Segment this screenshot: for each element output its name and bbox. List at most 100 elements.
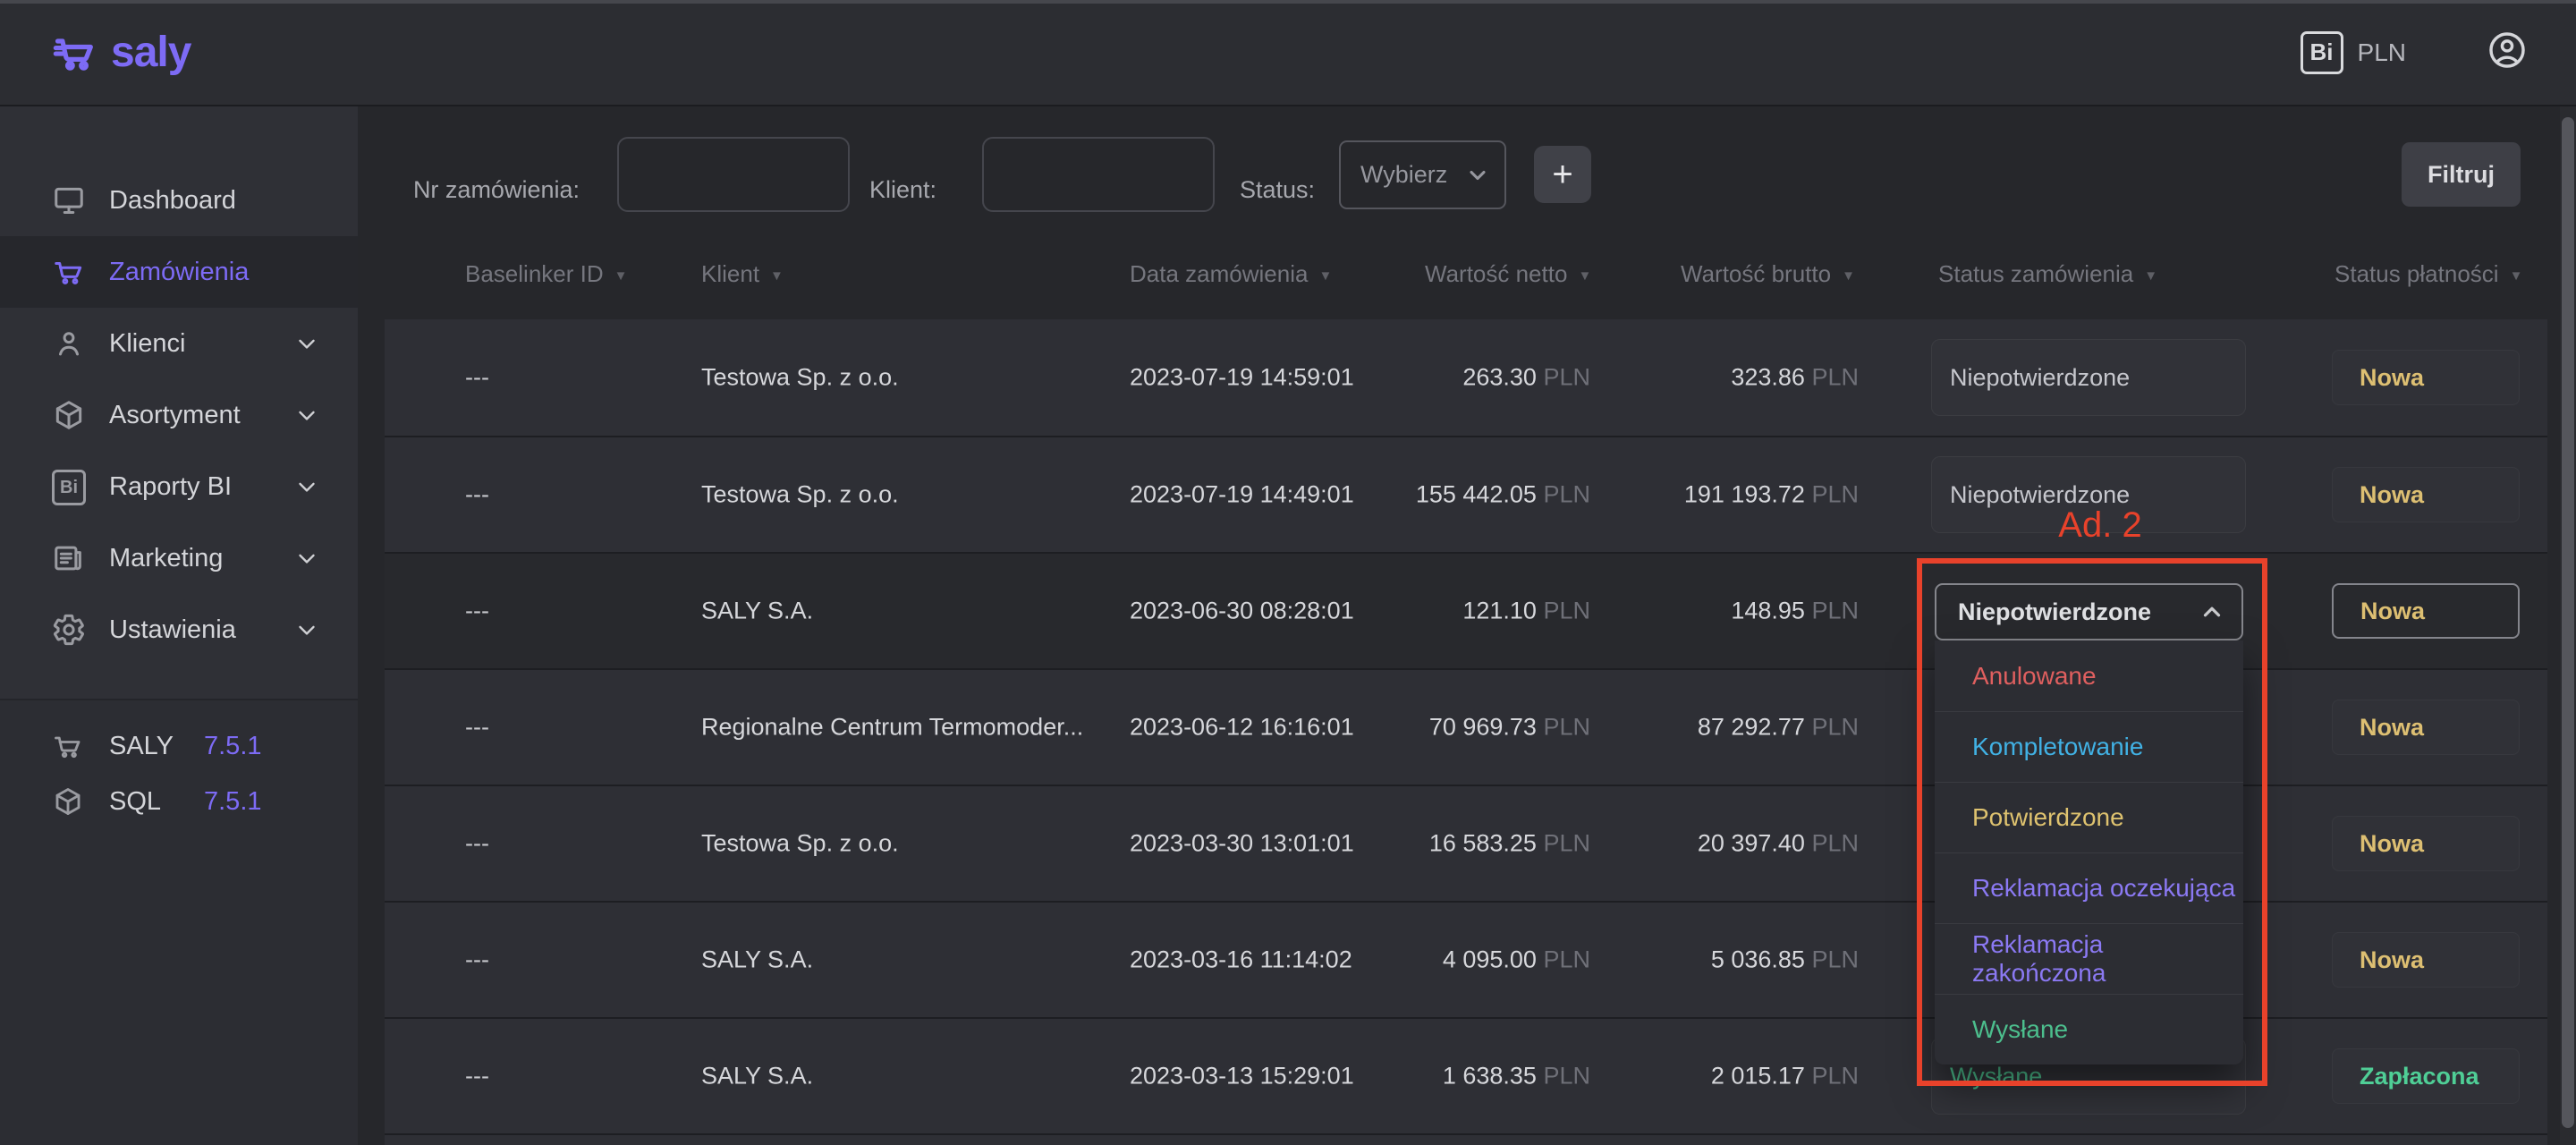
- filter-button[interactable]: Filtruj: [2402, 142, 2521, 207]
- dropdown-option-label: Kompletowanie: [1972, 733, 2143, 761]
- scrollbar-thumb[interactable]: [2562, 117, 2574, 1128]
- table-row[interactable]: ---Testowa Sp. z o.o.2023-07-19 14:59:01…: [385, 319, 2547, 436]
- annotation-text: Ad. 2: [2011, 505, 2190, 546]
- sidebar-item-klienci[interactable]: Klienci: [0, 308, 358, 379]
- cell-client: SALY S.A.: [701, 1063, 813, 1090]
- main-content: Nr zamówienia: Klient: Status: Wybierz +…: [358, 105, 2576, 1145]
- add-filter-button[interactable]: +: [1534, 146, 1591, 203]
- cell-baselinker-id: ---: [465, 364, 489, 392]
- vertical-scrollbar[interactable]: [2560, 106, 2576, 1145]
- dropdown-option-reklamacja-oczekuj-ca[interactable]: Reklamacja oczekująca: [1935, 852, 2243, 923]
- dropdown-option-wys-ane[interactable]: Wysłane: [1935, 994, 2243, 1064]
- cell-order-date: 2023-06-12 16:16:01: [1130, 714, 1354, 742]
- chevron-down-icon: [293, 616, 320, 643]
- table-row[interactable]: ---Testowa Sp. z o.o.2023-07-19 14:49:01…: [385, 436, 2547, 552]
- column-label: Wartość netto: [1425, 260, 1567, 287]
- sidebar-item-ustawienia[interactable]: Ustawienia: [0, 594, 358, 666]
- box-icon: [52, 398, 86, 432]
- chevron-down-icon: [293, 545, 320, 572]
- cell-gross-value: 191 193.72 PLN: [1592, 481, 1859, 509]
- cell-baselinker-id: ---: [465, 946, 489, 974]
- sort-arrow-icon[interactable]: ▼: [614, 268, 628, 284]
- app-logo[interactable]: saly: [52, 28, 191, 77]
- cell-net-value: 70 969.73 PLN: [1324, 714, 1590, 742]
- cell-order-date: 2023-07-19 14:49:01: [1130, 481, 1354, 509]
- client-label: Klient:: [820, 176, 936, 204]
- sidebar-item-label: Raporty BI: [109, 472, 232, 502]
- cell-net-value: 263.30 PLN: [1324, 364, 1590, 392]
- version-label: SQL: [109, 787, 161, 817]
- cell-baselinker-id: ---: [465, 598, 489, 625]
- payment-status-select[interactable]: Nowa: [2332, 583, 2520, 639]
- column-label: Status zamówienia: [1938, 260, 2133, 287]
- order-status-dropdown-menu: Anulowane Kompletowanie Potwierdzone Reklam…: [1935, 640, 2243, 1064]
- monitor-icon: [52, 183, 86, 217]
- sidebar-divider: [0, 699, 358, 700]
- cell-net-value: 4 095.00 PLN: [1324, 946, 1590, 974]
- dropdown-option-anulowane[interactable]: Anulowane: [1935, 640, 2243, 711]
- payment-status-select[interactable]: Nowa: [2332, 700, 2520, 755]
- version-item-sql: SQL7.5.1: [0, 774, 358, 829]
- payment-status-select[interactable]: Nowa: [2332, 932, 2520, 988]
- column-header-3[interactable]: Data zamówienia▼: [1130, 260, 1332, 288]
- dropdown-option-label: Potwierdzone: [1972, 803, 2124, 832]
- sort-arrow-icon[interactable]: ▼: [2510, 268, 2523, 284]
- sort-arrow-icon[interactable]: ▼: [1318, 268, 1332, 284]
- dropdown-option-reklamacja-zako-czona[interactable]: Reklamacja zakończona: [1935, 923, 2243, 994]
- payment-status-select[interactable]: Nowa: [2332, 350, 2520, 405]
- column-header-6[interactable]: Status zamówienia ▼: [1938, 260, 2157, 288]
- cell-client: Testowa Sp. z o.o.: [701, 830, 899, 858]
- order-number-label: Nr zamówienia:: [411, 176, 580, 204]
- account-button[interactable]: [2487, 30, 2528, 75]
- column-header-2[interactable]: Klient ▼: [701, 260, 784, 288]
- cell-net-value: 1 638.35 PLN: [1324, 1063, 1590, 1090]
- column-label: Status płatności: [2334, 260, 2499, 287]
- sort-arrow-icon[interactable]: ▼: [1842, 268, 1855, 284]
- column-label: Klient: [701, 260, 759, 287]
- news-icon: [52, 541, 86, 575]
- order-status-select-open[interactable]: Niepotwierdzone: [1935, 583, 2243, 640]
- bi-icon: Bi: [2301, 31, 2343, 74]
- currency-switcher[interactable]: Bi PLN: [2301, 31, 2406, 74]
- cell-order-date: 2023-03-16 11:14:02: [1130, 946, 1352, 974]
- gear-icon: [52, 613, 86, 647]
- sidebar-versions: SALY7.5.1SQL7.5.1: [0, 718, 358, 829]
- dropdown-option-label: Wysłane: [1972, 1015, 2068, 1044]
- order-number-input[interactable]: [617, 137, 850, 212]
- column-header-5[interactable]: Wartość brutto▼: [1681, 260, 1855, 288]
- chevron-up-icon: [2199, 598, 2225, 625]
- cell-client: SALY S.A.: [701, 598, 813, 625]
- payment-status-select[interactable]: Nowa: [2332, 816, 2520, 871]
- sidebar-item-marketing[interactable]: Marketing: [0, 522, 358, 594]
- dropdown-option-potwierdzone[interactable]: Potwierdzone: [1935, 782, 2243, 852]
- sort-arrow-icon[interactable]: ▼: [1578, 268, 1591, 284]
- sort-arrow-icon[interactable]: ▼: [2144, 268, 2157, 284]
- status-filter-select[interactable]: Wybierz: [1339, 140, 1506, 209]
- sort-arrow-icon[interactable]: ▼: [770, 268, 784, 284]
- dropdown-option-label: Reklamacja zakończona: [1972, 930, 2243, 988]
- sidebar-item-zam-wienia[interactable]: Zamówienia: [0, 236, 358, 308]
- column-header-1[interactable]: Baselinker ID ▼: [465, 260, 627, 288]
- chevron-down-icon: [293, 402, 320, 428]
- sidebar-menu: DashboardZamówieniaKlienciAsortyment Bi Ra…: [0, 105, 358, 699]
- box-icon: [52, 785, 84, 818]
- dropdown-option-label: Anulowane: [1972, 662, 2097, 691]
- bi-icon: Bi: [52, 470, 86, 504]
- cell-net-value: 121.10 PLN: [1324, 598, 1590, 625]
- order-status-select[interactable]: Niepotwierdzone: [1931, 339, 2246, 416]
- sidebar-item-dashboard[interactable]: Dashboard: [0, 165, 358, 236]
- order-status-selected-value: Niepotwierdzone: [1958, 598, 2151, 626]
- column-header-4[interactable]: Wartość netto ▼: [1425, 260, 1591, 288]
- dropdown-option-kompletowanie[interactable]: Kompletowanie: [1935, 711, 2243, 782]
- dropdown-option-label: Reklamacja oczekująca: [1972, 874, 2235, 903]
- table-header: Baselinker ID▼Klient▼Data zamówienia▼War…: [385, 239, 2547, 319]
- payment-status-select[interactable]: Nowa: [2332, 467, 2520, 522]
- topbar-right: Bi PLN: [2301, 30, 2528, 75]
- column-header-7[interactable]: Status płatności ▼: [2334, 260, 2522, 288]
- chevron-down-icon: [293, 330, 320, 357]
- cell-client: SALY S.A.: [701, 946, 813, 974]
- sidebar-item-asortyment[interactable]: Asortyment: [0, 379, 358, 451]
- sidebar-item-raporty-bi[interactable]: Bi Raporty BI: [0, 451, 358, 522]
- column-label: Baselinker ID: [465, 260, 604, 287]
- payment-status-select[interactable]: Zapłacona: [2332, 1048, 2520, 1104]
